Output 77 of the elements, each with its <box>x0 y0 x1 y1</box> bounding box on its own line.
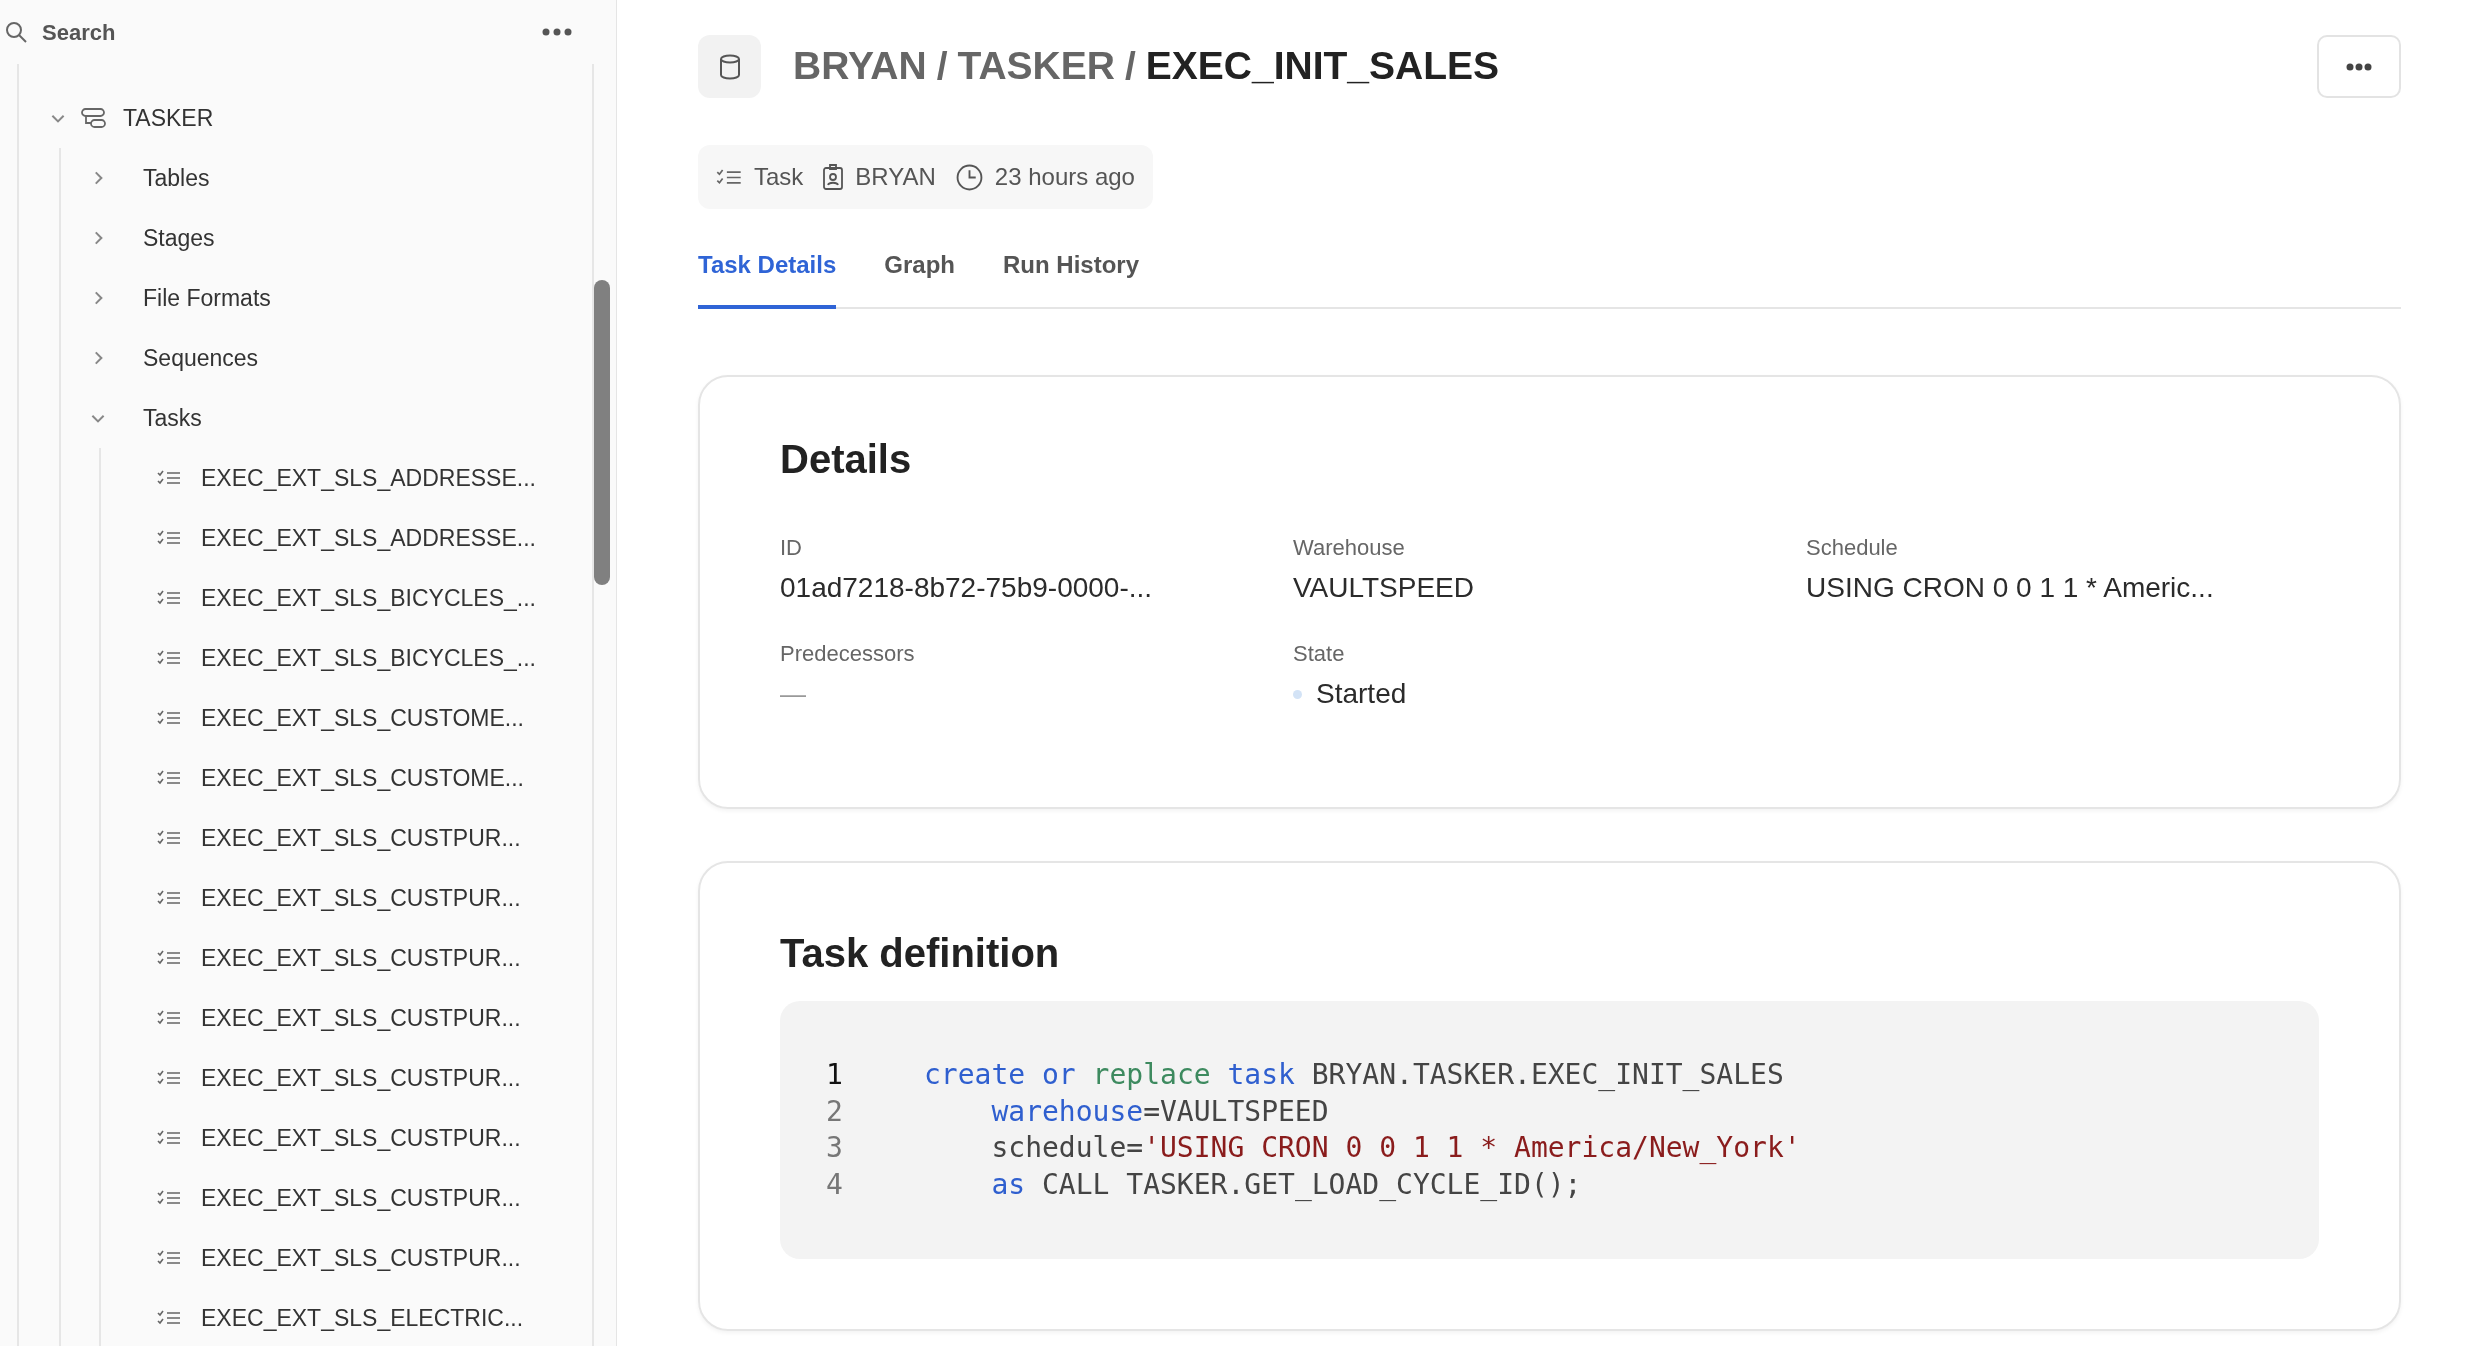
tree-item[interactable]: TASKER <box>19 88 592 148</box>
field-label: State <box>1293 643 1346 665</box>
field-label: Schedule <box>1806 537 1899 559</box>
checklist-icon <box>157 1190 181 1206</box>
checklist-icon <box>157 710 181 726</box>
line-number: 1 <box>826 1057 844 1094</box>
tab[interactable]: Graph <box>884 247 955 309</box>
tree-item[interactable]: File Formats <box>61 268 592 328</box>
tree-item[interactable]: EXEC_EXT_SLS_CUSTPUR... <box>101 988 592 1048</box>
checklist-icon <box>157 530 181 546</box>
line-number: 3 <box>826 1130 844 1167</box>
id-badge-icon <box>823 164 844 190</box>
clock-icon <box>955 163 983 191</box>
line-number: 2 <box>826 1093 844 1130</box>
code-line: schedule='USING CRON 0 0 1 1 * America/New_York' <box>990 1130 1801 1167</box>
tab[interactable]: Run History <box>1003 247 1139 309</box>
tree-item[interactable]: EXEC_EXT_SLS_CUSTPUR... <box>101 1108 592 1168</box>
more-icon <box>542 28 572 36</box>
checklist-icon <box>157 1010 181 1026</box>
tree-item[interactable]: EXEC_EXT_SLS_CUSTPUR... <box>101 808 592 868</box>
tree-item[interactable]: EXEC_EXT_SLS_CUSTPUR... <box>101 928 592 988</box>
breadcrumb-link[interactable]: BRYAN <box>793 37 927 96</box>
tree-item[interactable]: EXEC_EXT_SLS_ADDRESSE... <box>101 448 592 508</box>
line-number: 4 <box>826 1166 844 1203</box>
checklist-icon <box>157 470 181 486</box>
field-value: — <box>780 681 806 707</box>
checklist-icon <box>157 1130 181 1146</box>
tree-item[interactable]: Sequences <box>61 328 592 388</box>
field-label: Predecessors <box>780 643 916 665</box>
more-icon <box>2346 62 2372 71</box>
search-field[interactable]: Search <box>42 15 542 49</box>
code-line: warehouse=VAULTSPEED <box>990 1093 1329 1130</box>
scrollbar-thumb[interactable] <box>594 280 610 585</box>
code-line: create or replace task BRYAN.TASKER.EXEC_INIT_SALES <box>924 1057 1784 1094</box>
breadcrumb-separator: / <box>1124 43 1136 90</box>
tree-item[interactable]: EXEC_EXT_SLS_CUSTPUR... <box>101 1048 592 1108</box>
tree-item[interactable]: EXEC_EXT_SLS_CUSTOME... <box>101 688 592 748</box>
tree-item[interactable]: EXEC_EXT_SLS_BICYCLES_... <box>101 628 592 688</box>
tree-item[interactable]: EXEC_EXT_SLS_CUSTPUR... <box>101 1228 592 1288</box>
field-label: ID <box>780 537 803 559</box>
field-value: 01ad7218-8b72-75b9-0000-... <box>780 574 1153 602</box>
metadata-text: 23 hours ago <box>994 162 1135 192</box>
tree-item[interactable]: EXEC_EXT_SLS_CUSTPUR... <box>101 868 592 928</box>
checklist-icon <box>157 590 181 606</box>
checklist-icon <box>716 168 742 186</box>
field-value: Started <box>1316 680 1407 708</box>
tree-item[interactable]: Stages <box>61 208 592 268</box>
search-icon <box>4 20 28 44</box>
tree-item[interactable]: EXEC_EXT_SLS_CUSTPUR... <box>101 1168 592 1228</box>
checklist-icon <box>157 890 181 906</box>
page-title: EXEC_INIT_SALES <box>1145 43 1500 90</box>
tree-item[interactable]: Tasks <box>61 388 592 448</box>
field-label: Warehouse <box>1293 537 1406 559</box>
checklist-icon <box>157 1070 181 1086</box>
tree-item[interactable]: EXEC_EXT_SLS_ELECTRIC... <box>101 1288 592 1346</box>
database-icon <box>698 35 761 98</box>
checklist-icon <box>157 830 181 846</box>
checklist-icon <box>157 1310 181 1326</box>
metadata-text: BRYAN <box>855 162 936 192</box>
card-title: Details <box>780 439 913 479</box>
schema-icon <box>81 108 107 128</box>
tree-item[interactable]: EXEC_EXT_SLS_BICYCLES_... <box>101 568 592 628</box>
tree-item[interactable]: Tables <box>61 148 592 208</box>
field-value: USING CRON 0 0 1 1 * Americ... <box>1806 574 2214 602</box>
checklist-icon <box>157 950 181 966</box>
field-value: VAULTSPEED <box>1293 574 1474 602</box>
breadcrumb-separator: / <box>936 43 948 90</box>
code-line: as CALL TASKER.GET_LOAD_CYCLE_ID(); <box>990 1166 1582 1203</box>
metadata-text: Task <box>754 162 804 192</box>
checklist-icon <box>157 770 181 786</box>
tree-item[interactable]: EXEC_EXT_SLS_ADDRESSE... <box>101 508 592 568</box>
breadcrumb-link[interactable]: TASKER <box>957 37 1115 96</box>
checklist-icon <box>157 650 181 666</box>
tree-item[interactable]: EXEC_EXT_SLS_CUSTOME... <box>101 748 592 808</box>
card-title: Task definition <box>780 933 1061 973</box>
checklist-icon <box>157 1250 181 1266</box>
tab[interactable]: Task Details <box>698 247 837 309</box>
